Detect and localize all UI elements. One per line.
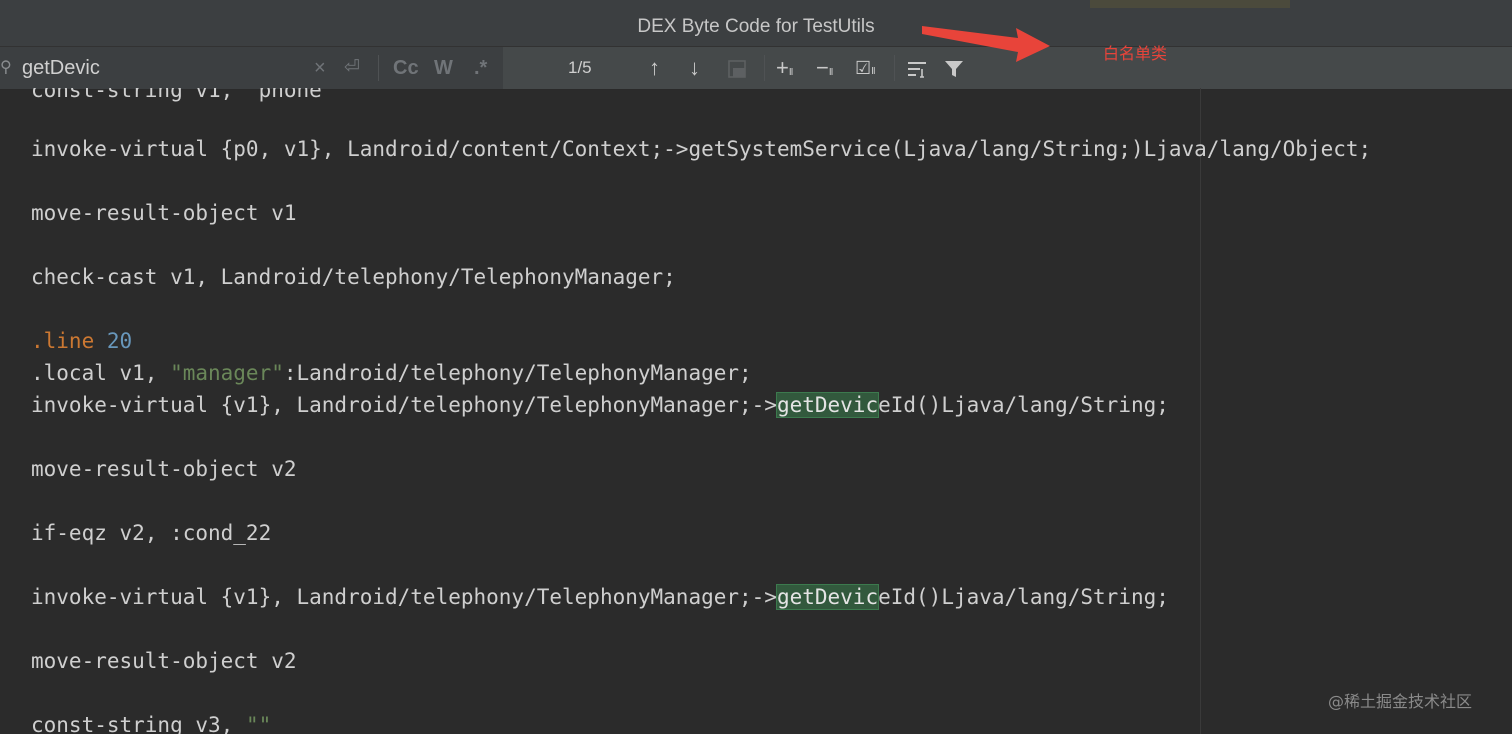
code-line: .line 20 [31, 325, 132, 357]
code-line: const-string v1, "phone" [31, 88, 335, 102]
code-line: invoke-virtual {v1}, Landroid/telephony/… [31, 392, 1169, 418]
right-margin-guide [1200, 88, 1201, 734]
search-match-highlight: getDevic [775, 392, 880, 418]
keyword: .line [31, 329, 95, 353]
string-literal: "manager" [170, 361, 284, 385]
number-literal: 20 [106, 329, 133, 353]
search-match-highlight: getDevic [775, 584, 880, 610]
code-line: if-eqz v2, :cond_22 [31, 521, 272, 545]
code-line: invoke-virtual {v1}, Landroid/telephony/… [31, 584, 1169, 610]
string-literal: "" [245, 713, 272, 734]
code-line: check-cast v1, Landroid/telephony/Teleph… [31, 265, 676, 289]
watermark: @稀土掘金技术社区 [1328, 692, 1473, 711]
annotation-label: 白名单类 [1103, 44, 1168, 63]
code-line: .local v1, "manager":Landroid/telephony/… [31, 361, 752, 385]
annotation-arrow [922, 26, 1050, 62]
code-line: const-string v3, "" [31, 709, 271, 734]
code-line: invoke-virtual {p0, v1}, Landroid/conten… [31, 137, 1372, 161]
code-line: move-result-object v2 [31, 457, 297, 481]
code-editor[interactable]: const-string v1, "phone" invoke-virtual … [0, 88, 1512, 734]
code-line: move-result-object v2 [31, 649, 297, 673]
code-line: move-result-object v1 [31, 201, 297, 225]
